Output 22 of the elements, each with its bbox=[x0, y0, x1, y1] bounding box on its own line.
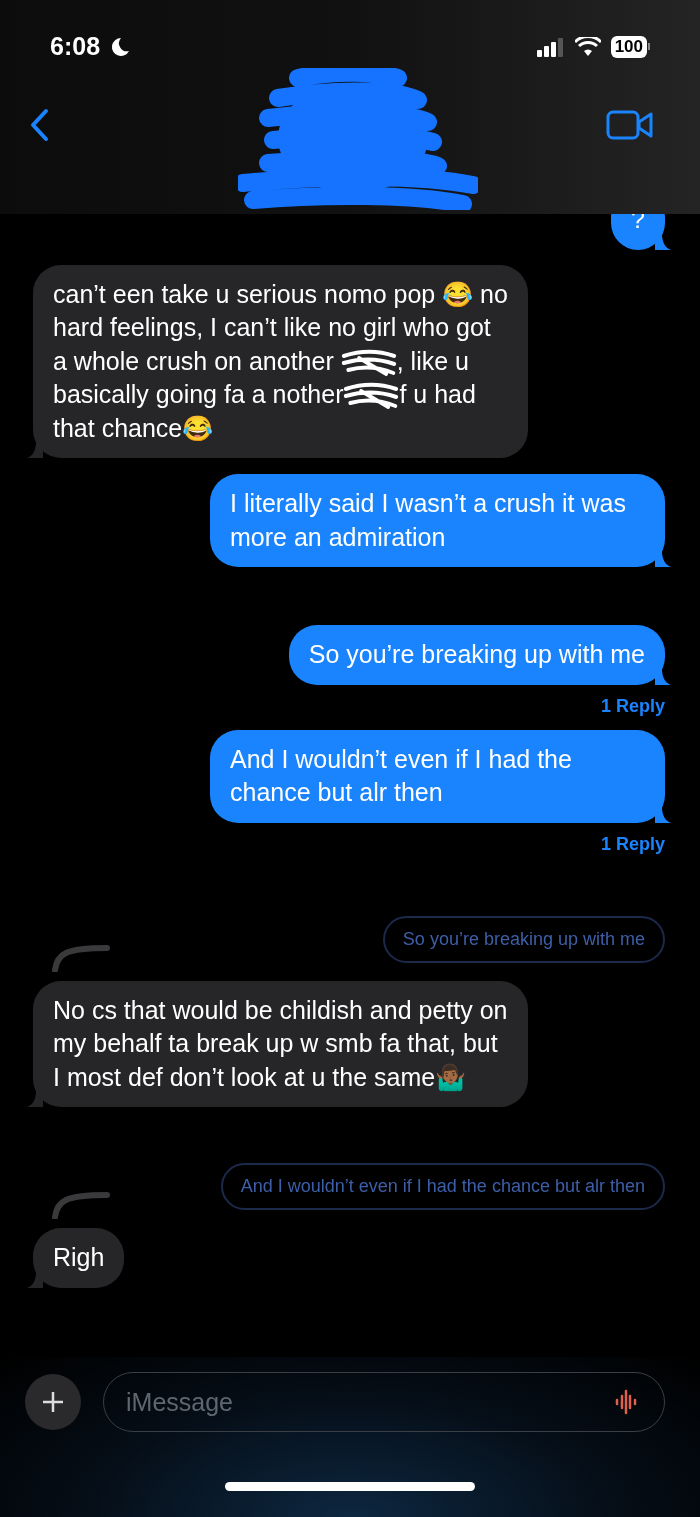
status-time: 6:08 bbox=[50, 31, 101, 62]
video-call-icon[interactable] bbox=[606, 110, 654, 140]
reply-count-link[interactable]: 1 Reply bbox=[600, 830, 665, 858]
message-text: So you’re breaking up with me bbox=[308, 639, 645, 670]
quoted-message-bubble[interactable]: So you’re breaking up with me bbox=[382, 915, 665, 963]
scribble-mark bbox=[340, 347, 397, 378]
reply-count-link[interactable]: 1 Reply bbox=[600, 692, 665, 720]
signal-icon bbox=[536, 36, 565, 57]
wifi-icon bbox=[574, 36, 601, 57]
scribble-mark bbox=[343, 381, 400, 412]
audio-waveform-icon[interactable] bbox=[615, 1389, 637, 1415]
message-text: I literally said I wasn’t a crush it was more an admiration bbox=[230, 488, 627, 553]
quoted-message-bubble[interactable]: And I wouldn’t even if I had the chance but alr then bbox=[220, 1163, 665, 1210]
back-icon[interactable] bbox=[28, 108, 50, 142]
plus-icon bbox=[42, 1391, 64, 1413]
message-text: Righ bbox=[53, 1242, 105, 1273]
message-text: No cs that would be childish and petty on my behalf ta break up w smb fa that, but I most def don’t look at u the same🤷🏾‍♂ bbox=[53, 994, 508, 1093]
message-text: can’t een take u serious nomo pop 😂 no hard feelings, I can’t like no girl who got a whole crush on another , like u basically going fa a nother f u had that chance😂 bbox=[53, 278, 508, 444]
battery-level: 100 bbox=[610, 35, 647, 58]
message-field[interactable]: iMessage bbox=[103, 1372, 665, 1432]
message-text: And I wouldn’t even if I had the chance but alr then bbox=[230, 743, 573, 808]
add-button[interactable] bbox=[25, 1374, 81, 1430]
